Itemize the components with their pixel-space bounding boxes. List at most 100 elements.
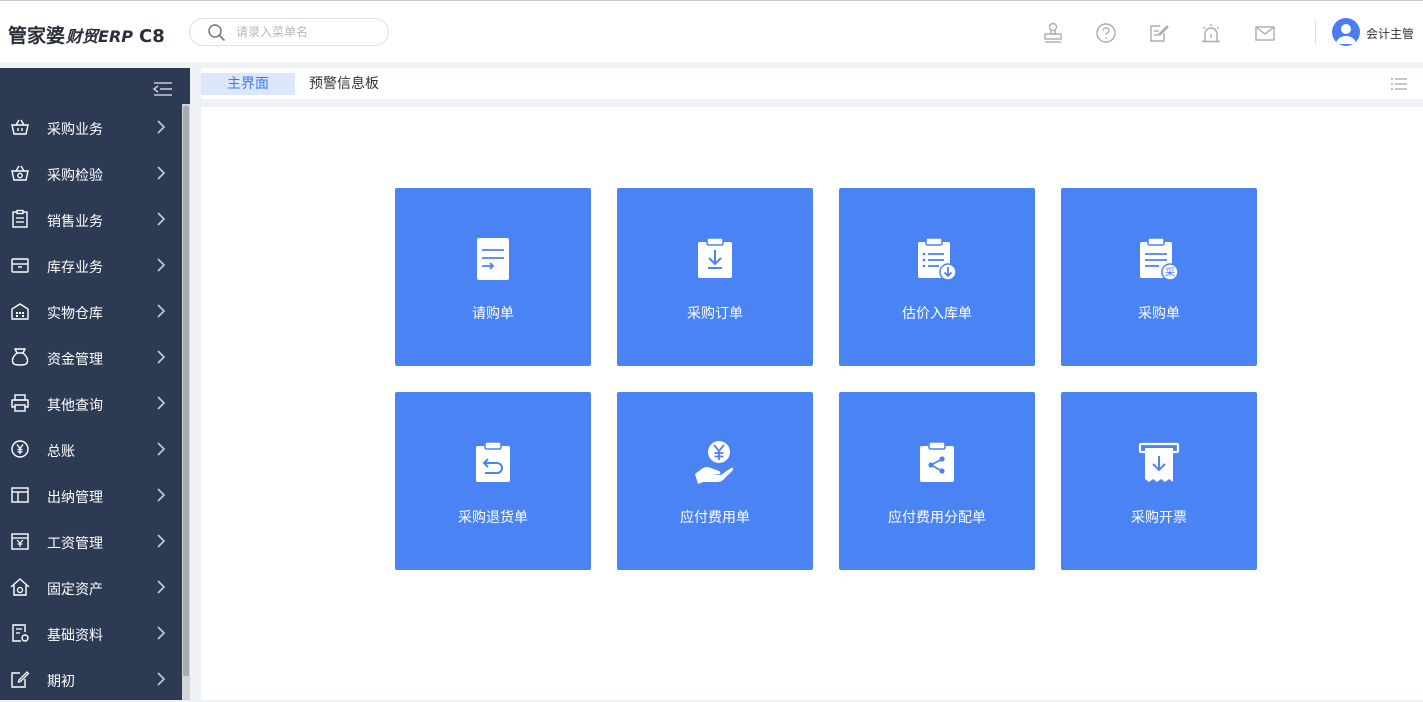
sidebar-item-label: 采购业务	[47, 122, 103, 138]
stamp-icon[interactable]	[1042, 22, 1064, 44]
chevron-right-icon	[157, 442, 166, 456]
tab-list-icon[interactable]	[1390, 77, 1408, 91]
sidebar-item-label: 资金管理	[47, 352, 103, 368]
inventory-icon	[11, 258, 29, 273]
tile-purchase-bill[interactable]: 采 采购单	[1061, 188, 1257, 366]
sidebar-item-label: 其他查询	[47, 398, 103, 414]
purchase-order-icon	[698, 237, 732, 278]
sidebar-item-label: 基础资料	[47, 628, 103, 644]
svg-text:采: 采	[1165, 267, 1175, 279]
sidebar-item-cashier-management[interactable]: 出纳管理	[0, 472, 182, 518]
sidebar-item-label: 实物仓库	[47, 306, 103, 322]
logo-brand: 管家婆	[8, 25, 66, 47]
tile-purchase-return[interactable]: 采购退货单	[395, 392, 591, 570]
chevron-right-icon	[157, 350, 166, 364]
sidebar-item-payroll-management[interactable]: 工资管理	[0, 518, 182, 564]
sidebar-item-label: 工资管理	[47, 536, 103, 552]
tile-label: 采购单	[1138, 306, 1180, 322]
top-bar: 管家婆 财贸ERP C8 请录入菜单名 会计主管	[0, 0, 1423, 62]
main-panel: 请购单 采购订单 估价入库单 采 采购单 采购退货单 应付费用单 应付费用分配单…	[201, 107, 1423, 700]
tile-purchase-order[interactable]: 采购订单	[617, 188, 813, 366]
money-bag-icon	[11, 348, 29, 366]
sidebar-item-general-ledger[interactable]: 总账	[0, 426, 182, 472]
tile-purchase-invoice[interactable]: 采购开票	[1061, 392, 1257, 570]
edit-note-icon[interactable]	[1148, 22, 1170, 44]
home-icon	[10, 578, 30, 596]
chevron-right-icon	[157, 304, 166, 318]
yen-circle-icon	[11, 440, 29, 458]
sidebar-item-label: 库存业务	[47, 260, 103, 276]
chevron-right-icon	[157, 534, 166, 548]
user-icon	[1336, 24, 1356, 44]
tab-alert-board[interactable]: 预警信息板	[297, 73, 391, 95]
sidebar-item-fund-management[interactable]: 资金管理	[0, 334, 182, 380]
alarm-icon[interactable]	[1200, 22, 1222, 44]
chevron-right-icon	[157, 120, 166, 134]
app-logo: 管家婆 财贸ERP C8	[8, 21, 165, 48]
warehouse-icon	[11, 303, 29, 320]
logo-version: C8	[139, 26, 165, 47]
purchase-bill-icon: 采	[1140, 237, 1179, 281]
help-icon[interactable]	[1095, 22, 1117, 44]
sidebar-item-opening-balance[interactable]: 期初	[0, 656, 182, 702]
purchase-return-icon	[476, 441, 510, 482]
sidebar-scrollbar-thumb[interactable]	[183, 106, 189, 676]
user-name[interactable]: 会计主管	[1366, 25, 1414, 42]
sidebar-item-label: 销售业务	[47, 214, 103, 230]
mail-icon[interactable]	[1254, 22, 1276, 44]
clipboard-icon	[12, 209, 28, 228]
logo-product: 财贸ERP	[66, 27, 133, 46]
sidebar-item-inventory-business[interactable]: 库存业务	[0, 242, 182, 288]
payable-expense-icon	[695, 441, 734, 484]
chevron-right-icon	[157, 672, 166, 686]
avatar[interactable]	[1332, 18, 1360, 46]
chevron-right-icon	[157, 166, 166, 180]
requisition-icon	[477, 238, 509, 280]
search-input[interactable]	[236, 23, 376, 41]
sidebar-item-basic-data[interactable]: 基础资料	[0, 610, 182, 656]
tile-label: 请购单	[472, 306, 514, 322]
tile-label: 估价入库单	[902, 306, 972, 322]
tile-purchase-requisition[interactable]: 请购单	[395, 188, 591, 366]
tile-label: 采购开票	[1131, 510, 1187, 526]
tab-main-interface[interactable]: 主界面	[201, 73, 295, 95]
sidebar-item-other-query[interactable]: 其他查询	[0, 380, 182, 426]
search-icon	[208, 24, 225, 41]
expense-allocation-icon	[920, 441, 954, 482]
chevron-right-icon	[157, 488, 166, 502]
tile-expense-allocation[interactable]: 应付费用分配单	[839, 392, 1035, 570]
chevron-right-icon	[157, 212, 166, 226]
sidebar-item-physical-warehouse[interactable]: 实物仓库	[0, 288, 182, 334]
chevron-right-icon	[157, 626, 166, 640]
sidebar-item-fixed-assets[interactable]: 固定资产	[0, 564, 182, 610]
tile-label: 采购订单	[687, 306, 743, 322]
tile-label: 应付费用分配单	[888, 510, 986, 526]
printer-icon	[11, 394, 29, 412]
tile-payable-expense[interactable]: 应付费用单	[617, 392, 813, 570]
tile-label: 采购退货单	[458, 510, 528, 526]
collapse-menu-icon[interactable]	[152, 80, 174, 98]
sidebar-item-label: 固定资产	[47, 582, 103, 598]
chevron-right-icon	[157, 580, 166, 594]
sidebar-item-purchase-business[interactable]: 采购业务	[0, 104, 182, 150]
chevron-right-icon	[157, 258, 166, 272]
inspect-basket-icon	[11, 165, 29, 181]
chevron-right-icon	[157, 396, 166, 410]
estimated-receipt-icon	[918, 237, 957, 281]
sidebar-item-label: 采购检验	[47, 168, 103, 184]
document-settings-icon	[12, 624, 29, 642]
tile-label: 应付费用单	[680, 510, 750, 526]
tile-estimated-receipt[interactable]: 估价入库单	[839, 188, 1035, 366]
payroll-icon	[11, 533, 29, 550]
layout-icon	[11, 487, 29, 503]
header-divider	[1315, 21, 1316, 45]
sidebar-item-sales-business[interactable]: 销售业务	[0, 196, 182, 242]
purchase-invoice-icon	[1138, 442, 1180, 482]
tab-bar: 主界面 预警信息板	[201, 68, 1423, 99]
sidebar: 采购业务 采购检验 销售业务 库存业务 实物仓库 资金管理 其他查询 总账 出纳	[0, 68, 190, 700]
sidebar-item-purchase-inspection[interactable]: 采购检验	[0, 150, 182, 196]
basket-icon	[11, 119, 29, 135]
menu-search-box[interactable]	[189, 18, 389, 46]
sidebar-item-label: 总账	[47, 444, 75, 460]
sidebar-item-label: 期初	[47, 674, 75, 690]
